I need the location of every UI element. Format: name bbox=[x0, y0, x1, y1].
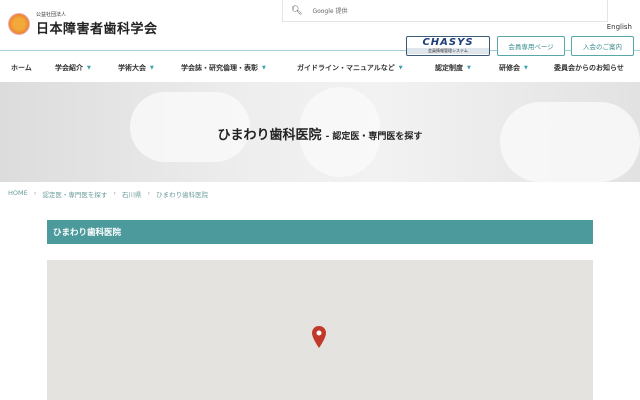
map[interactable] bbox=[47, 260, 593, 400]
breadcrumb-find-doctor[interactable]: 認定医・専門医を探す bbox=[42, 189, 107, 199]
nav-journal[interactable]: 学会誌・研究倫理・表彰 ▼ bbox=[181, 63, 266, 73]
nav-guidelines[interactable]: ガイドライン・マニュアルなど ▼ bbox=[297, 63, 403, 73]
clinic-name-heading: ひまわり歯科医院 bbox=[47, 220, 593, 244]
nav-training[interactable]: 研修会 ▼ bbox=[499, 63, 528, 73]
nav-label: 研修会 bbox=[499, 64, 520, 72]
english-link[interactable]: English bbox=[607, 23, 632, 31]
breadcrumb-prefecture[interactable]: 石川県 bbox=[122, 189, 142, 199]
breadcrumb: HOME › 認定医・専門医を探す › 石川県 › ひまわり歯科医院 bbox=[8, 189, 208, 199]
breadcrumb-current: ひまわり歯科医院 bbox=[156, 191, 209, 199]
breadcrumb-home[interactable]: HOME bbox=[8, 189, 28, 199]
join-button[interactable]: 入会のご案内 bbox=[571, 36, 634, 56]
logo-emblem-icon bbox=[8, 13, 30, 35]
nav-label: 学会誌・研究倫理・表彰 bbox=[181, 64, 258, 72]
breadcrumb-separator: › bbox=[33, 189, 37, 197]
org-prefix: 公益社団法人 bbox=[36, 12, 67, 18]
member-page-button[interactable]: 会員専用ページ bbox=[497, 36, 565, 56]
nav-label: 学会紹介 bbox=[55, 64, 83, 72]
nav-certification[interactable]: 認定制度 ▼ bbox=[435, 63, 471, 73]
page-title-text: ひまわり歯科医院 bbox=[217, 128, 322, 143]
nav-congress[interactable]: 学術大会 ▼ bbox=[118, 63, 154, 73]
nav-about[interactable]: 学会紹介 ▼ bbox=[55, 63, 91, 73]
chasys-subtitle: 会員情報管理システム bbox=[407, 48, 489, 54]
search-placeholder: Google 提供 bbox=[312, 8, 348, 15]
caret-down-icon: ▼ bbox=[398, 65, 403, 71]
hero-banner: ひまわり歯科医院 - 認定医・専門医を探す bbox=[0, 82, 640, 182]
search-icon: 🔍︎ bbox=[291, 5, 303, 16]
caret-down-icon: ▼ bbox=[262, 65, 266, 71]
chasys-title: CHASYS bbox=[422, 37, 474, 48]
caret-down-icon: ▼ bbox=[524, 65, 528, 71]
caret-down-icon: ▼ bbox=[467, 65, 471, 71]
nav-committee-news[interactable]: 委員会からのお知らせ bbox=[554, 63, 624, 73]
breadcrumb-separator: › bbox=[147, 189, 151, 197]
org-name: 日本障害者歯科学会 bbox=[36, 22, 158, 37]
nav-label: 認定制度 bbox=[435, 64, 463, 72]
breadcrumb-separator: › bbox=[113, 189, 116, 197]
main-nav: ホーム 学会紹介 ▼ 学術大会 ▼ 学会誌・研究倫理・表彰 ▼ ガイドライン・マニュア… bbox=[0, 58, 640, 78]
caret-down-icon: ▼ bbox=[150, 65, 154, 71]
caret-down-icon: ▼ bbox=[87, 65, 91, 71]
map-pin-icon[interactable] bbox=[312, 326, 326, 348]
nav-label: 委員会からのお知らせ bbox=[554, 64, 624, 72]
search-input[interactable]: 🔍︎ Google 提供 bbox=[282, 0, 608, 22]
chasys-button[interactable]: CHASYS 会員情報管理システム bbox=[406, 36, 490, 56]
nav-label: ホーム bbox=[11, 64, 32, 72]
nav-home[interactable]: ホーム bbox=[11, 63, 32, 73]
nav-label: ガイドライン・マニュアルなど bbox=[297, 64, 395, 72]
site-logo[interactable]: 公益社団法人 日本障害者歯科学会 bbox=[8, 11, 158, 37]
page-subtitle: - 認定医・専門医を探す bbox=[325, 132, 423, 142]
page-title: ひまわり歯科医院 - 認定医・専門医を探す bbox=[0, 124, 640, 143]
nav-label: 学術大会 bbox=[118, 64, 146, 72]
